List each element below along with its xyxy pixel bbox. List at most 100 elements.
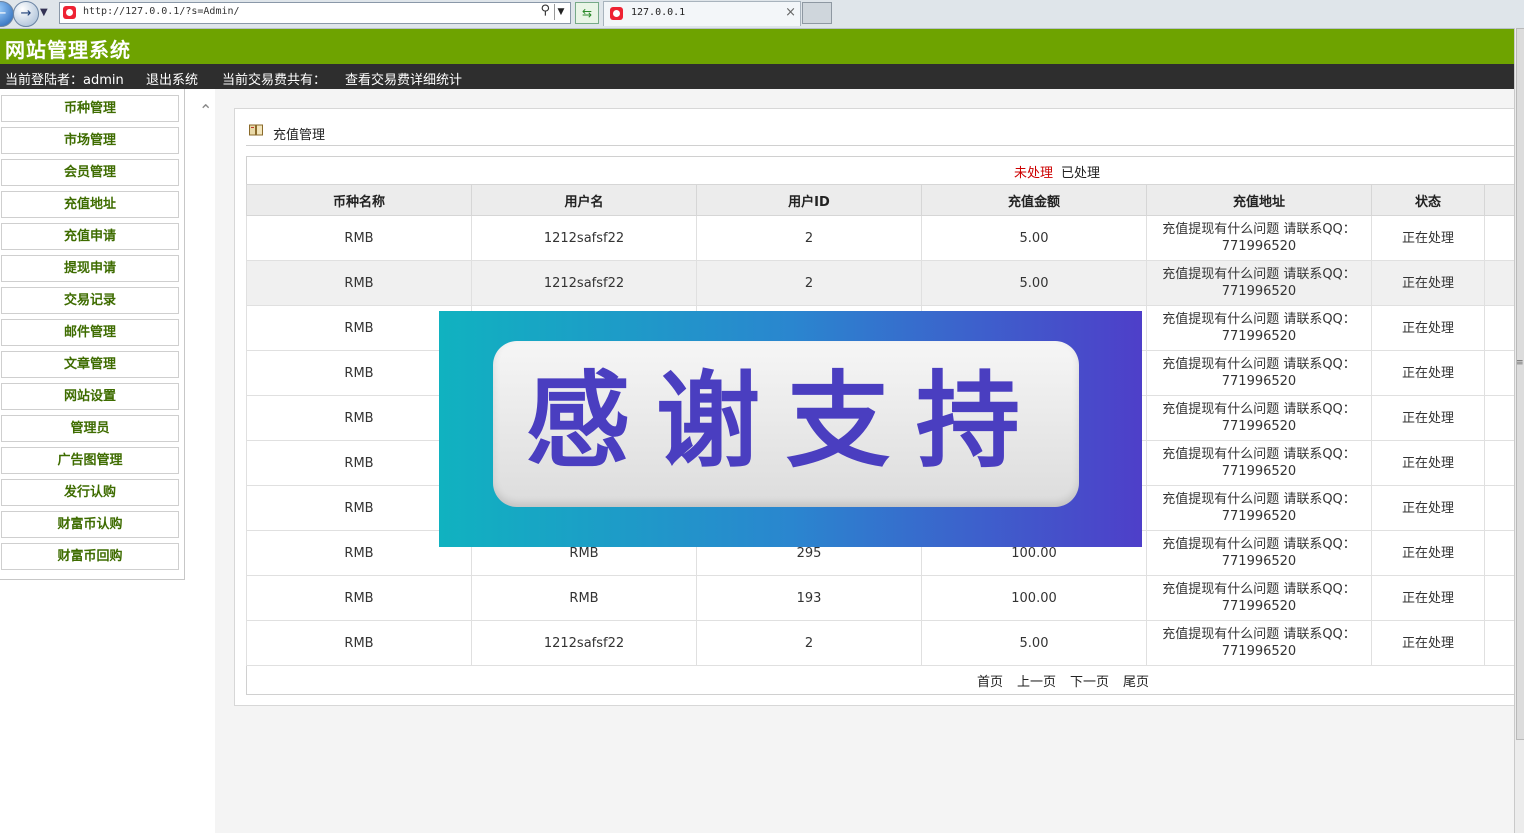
- panel-title: 充值管理: [273, 128, 326, 143]
- col-user-id: 用户ID: [696, 184, 922, 216]
- site-title: 网站管理系统: [5, 38, 131, 62]
- sidebar-item-currency[interactable]: 币种管理: [1, 95, 179, 122]
- pager-next[interactable]: 下一页: [1070, 675, 1109, 690]
- history-dropdown-icon[interactable]: ▼: [40, 7, 48, 18]
- status-filter: 未处理 已处理: [1014, 162, 1100, 181]
- user-bar: 当前登陆者：admin 退出系统 当前交易费共有： 查看交易费详细统计: [0, 64, 1514, 89]
- cell-user-id: 2: [696, 215, 922, 261]
- scrollbar-grip-icon: ≡: [1516, 358, 1524, 368]
- vertical-scrollbar[interactable]: ≡: [1514, 28, 1524, 833]
- cell-status: 正在处理: [1371, 395, 1485, 441]
- sidebar-item-deposit-address[interactable]: 充值地址: [1, 191, 179, 218]
- ad-overlay[interactable]: 感谢支持: [439, 311, 1142, 547]
- table-row: RMB RMB 193 100.00 充值提现有什么问题 请联系QQ：77199…: [246, 575, 1524, 621]
- cell-status: 正在处理: [1371, 530, 1485, 576]
- cell-status: 正在处理: [1371, 485, 1485, 531]
- cell-address: 充值提现有什么问题 请联系QQ：771996520: [1146, 215, 1372, 261]
- cell-amount: 5.00: [921, 215, 1147, 261]
- cell-status: 正在处理: [1371, 215, 1485, 261]
- fee-detail-link[interactable]: 查看交易费详细统计: [345, 69, 462, 88]
- cell-address: 充值提现有什么问题 请联系QQ：771996520: [1146, 395, 1372, 441]
- table-row: RMB 1212safsf22 2 5.00 充值提现有什么问题 请联系QQ：7…: [246, 260, 1524, 306]
- col-currency: 币种名称: [246, 184, 472, 216]
- site-header: 网站管理系统: [0, 29, 1514, 64]
- cell-address: 充值提现有什么问题 请联系QQ：771996520: [1146, 620, 1372, 666]
- sidebar-item-trade-records[interactable]: 交易记录: [1, 287, 179, 314]
- cell-currency: RMB: [246, 485, 472, 531]
- tab-favicon-icon: [610, 7, 623, 20]
- sidebar-item-ads[interactable]: 广告图管理: [1, 447, 179, 474]
- site-favicon-icon: [63, 6, 76, 19]
- url-text[interactable]: http://127.0.0.1/?s=Admin/: [83, 6, 240, 17]
- forward-button[interactable]: →: [13, 1, 39, 27]
- cell-amount: 100.00: [921, 575, 1147, 621]
- back-button[interactable]: ←: [0, 1, 14, 27]
- cell-address: 充值提现有什么问题 请联系QQ：771996520: [1146, 305, 1372, 351]
- col-amount: 充值金额: [921, 184, 1147, 216]
- tab-title: 127.0.0.1: [631, 7, 686, 18]
- cell-currency: RMB: [246, 620, 472, 666]
- pagination: 首页 上一页 下一页 尾页: [977, 671, 1163, 690]
- cell-username: RMB: [471, 575, 697, 621]
- cell-currency: RMB: [246, 350, 472, 396]
- cell-address: 充值提现有什么问题 请联系QQ：771996520: [1146, 485, 1372, 531]
- pager-last[interactable]: 尾页: [1123, 675, 1149, 690]
- cell-address: 充值提现有什么问题 请联系QQ：771996520: [1146, 260, 1372, 306]
- cell-amount: 5.00: [921, 260, 1147, 306]
- browser-toolbar: ← → ▼ http://127.0.0.1/?s=Admin/ ⚲ ▼ ⇆ 1…: [0, 0, 1524, 29]
- cell-currency: RMB: [246, 260, 472, 306]
- ad-text: 感谢支持: [525, 359, 1046, 482]
- cell-currency: RMB: [246, 305, 472, 351]
- refresh-icon[interactable]: ⇆: [575, 2, 599, 24]
- cell-address: 充值提现有什么问题 请联系QQ：771996520: [1146, 440, 1372, 486]
- browser-tab[interactable]: 127.0.0.1 ×: [603, 1, 801, 26]
- sidebar-item-admins[interactable]: 管理员: [1, 415, 179, 442]
- scrollbar-thumb[interactable]: [1516, 28, 1524, 740]
- cell-amount: 5.00: [921, 620, 1147, 666]
- address-bar[interactable]: http://127.0.0.1/?s=Admin/ ⚲ ▼: [59, 2, 571, 24]
- cell-currency: RMB: [246, 395, 472, 441]
- filter-unprocessed[interactable]: 未处理: [1014, 166, 1053, 181]
- sidebar-item-articles[interactable]: 文章管理: [1, 351, 179, 378]
- cell-currency: RMB: [246, 215, 472, 261]
- new-tab-button[interactable]: [802, 2, 832, 24]
- logout-link[interactable]: 退出系统: [146, 69, 198, 88]
- cell-status: 正在处理: [1371, 260, 1485, 306]
- cell-username: 1212safsf22: [471, 620, 697, 666]
- address-dropdown-icon[interactable]: ▼: [554, 4, 567, 20]
- cell-status: 正在处理: [1371, 305, 1485, 351]
- sidebar-item-site-settings[interactable]: 网站设置: [1, 383, 179, 410]
- sidebar-item-deposit-request[interactable]: 充值申请: [1, 223, 179, 250]
- sidebar-item-withdraw-request[interactable]: 提现申请: [1, 255, 179, 282]
- filter-processed[interactable]: 已处理: [1061, 166, 1100, 181]
- cell-status: 正在处理: [1371, 575, 1485, 621]
- current-user-label: 当前登陆者：admin: [5, 73, 124, 88]
- collapse-sidebar-icon[interactable]: ⌃: [199, 101, 212, 120]
- tab-close-icon[interactable]: ×: [785, 5, 796, 20]
- sidebar-item-members[interactable]: 会员管理: [1, 159, 179, 186]
- cell-user-id: 2: [696, 260, 922, 306]
- cell-status: 正在处理: [1371, 350, 1485, 396]
- pager-first[interactable]: 首页: [977, 675, 1003, 690]
- search-icon[interactable]: ⚲: [540, 3, 550, 18]
- sidebar-item-market[interactable]: 市场管理: [1, 127, 179, 154]
- sidebar-item-wealth-buyback[interactable]: 财富币回购: [1, 543, 179, 570]
- cell-address: 充值提现有什么问题 请联系QQ：771996520: [1146, 575, 1372, 621]
- cell-username: 1212safsf22: [471, 260, 697, 306]
- cell-username: 1212safsf22: [471, 215, 697, 261]
- fee-total-label: 当前交易费共有：: [222, 73, 327, 88]
- cell-address: 充值提现有什么问题 请联系QQ：771996520: [1146, 530, 1372, 576]
- cell-address: 充值提现有什么问题 请联系QQ：771996520: [1146, 350, 1372, 396]
- pager-prev[interactable]: 上一页: [1017, 675, 1056, 690]
- col-address: 充值地址: [1146, 184, 1372, 216]
- book-icon: [249, 124, 263, 136]
- cell-user-id: 2: [696, 620, 922, 666]
- sidebar-item-issuance[interactable]: 发行认购: [1, 479, 179, 506]
- col-status: 状态: [1371, 184, 1485, 216]
- cell-currency: RMB: [246, 530, 472, 576]
- sidebar-item-wealth-subscribe[interactable]: 财富币认购: [1, 511, 179, 538]
- ad-banner: 感谢支持: [493, 341, 1079, 507]
- sidebar-item-mail[interactable]: 邮件管理: [1, 319, 179, 346]
- table-header-row: 币种名称 用户名 用户ID 充值金额 充值地址 状态: [246, 184, 1524, 216]
- cell-status: 正在处理: [1371, 440, 1485, 486]
